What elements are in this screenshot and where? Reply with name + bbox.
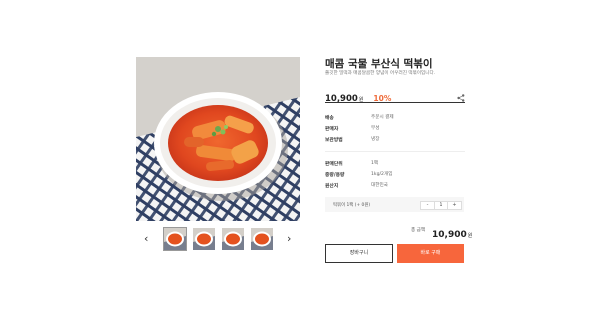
info-value-storage: 냉장: [371, 137, 380, 142]
selected-option-name: 떡볶이 1팩 (+ 0원): [333, 203, 371, 208]
spec-value-unit: 1팩: [371, 161, 379, 166]
add-to-cart-button[interactable]: 장바구니: [325, 244, 393, 263]
gallery-thumbnail-2[interactable]: [193, 228, 215, 250]
total-price-currency: 원: [467, 233, 473, 239]
info-label-seller: 판매자: [325, 127, 339, 132]
spec-label-unit: 판매단위: [325, 162, 343, 167]
tteokbokki-photo: [136, 57, 300, 221]
quantity-stepper: - 1 +: [420, 201, 462, 210]
total-price-value: 10,900: [432, 230, 467, 240]
main-product-image: [136, 57, 300, 221]
info-value-delivery: 주문시 결제: [371, 115, 394, 120]
quantity-increase-button[interactable]: +: [448, 202, 461, 209]
buy-now-button[interactable]: 바로 구매: [397, 244, 464, 263]
quantity-decrease-button[interactable]: -: [421, 202, 434, 209]
spec-value-origin: 대한민국: [371, 183, 388, 188]
total-label: 총 금액: [411, 228, 426, 233]
product-subtitle: 쫄깃한 밀떡과 매콤달콤한 양념이 어우러진 떡볶이입니다.: [325, 71, 436, 76]
total-price: 10,900원: [432, 222, 472, 241]
info-divider: [325, 151, 465, 152]
quantity-value[interactable]: 1: [434, 202, 448, 209]
gallery-next-arrow-icon[interactable]: ›: [287, 233, 291, 245]
gallery-prev-arrow-icon[interactable]: ‹: [144, 233, 148, 245]
spec-value-weight: 1kg/2개입: [371, 172, 393, 177]
spec-label-weight: 중량/용량: [325, 173, 345, 178]
share-icon[interactable]: [457, 87, 465, 102]
info-label-delivery: 배송: [325, 116, 334, 121]
product-title: 매콤 국물 부산식 떡볶이: [325, 58, 433, 70]
info-value-seller: 무성: [371, 126, 380, 131]
spec-label-origin: 원산지: [325, 184, 339, 189]
info-label-storage: 보관방법: [325, 138, 343, 143]
gallery-thumbnail-3[interactable]: [222, 228, 244, 250]
gallery-thumbnail-4[interactable]: [251, 228, 273, 250]
price-divider: [325, 102, 465, 103]
gallery-thumbnail-1[interactable]: [163, 227, 187, 251]
